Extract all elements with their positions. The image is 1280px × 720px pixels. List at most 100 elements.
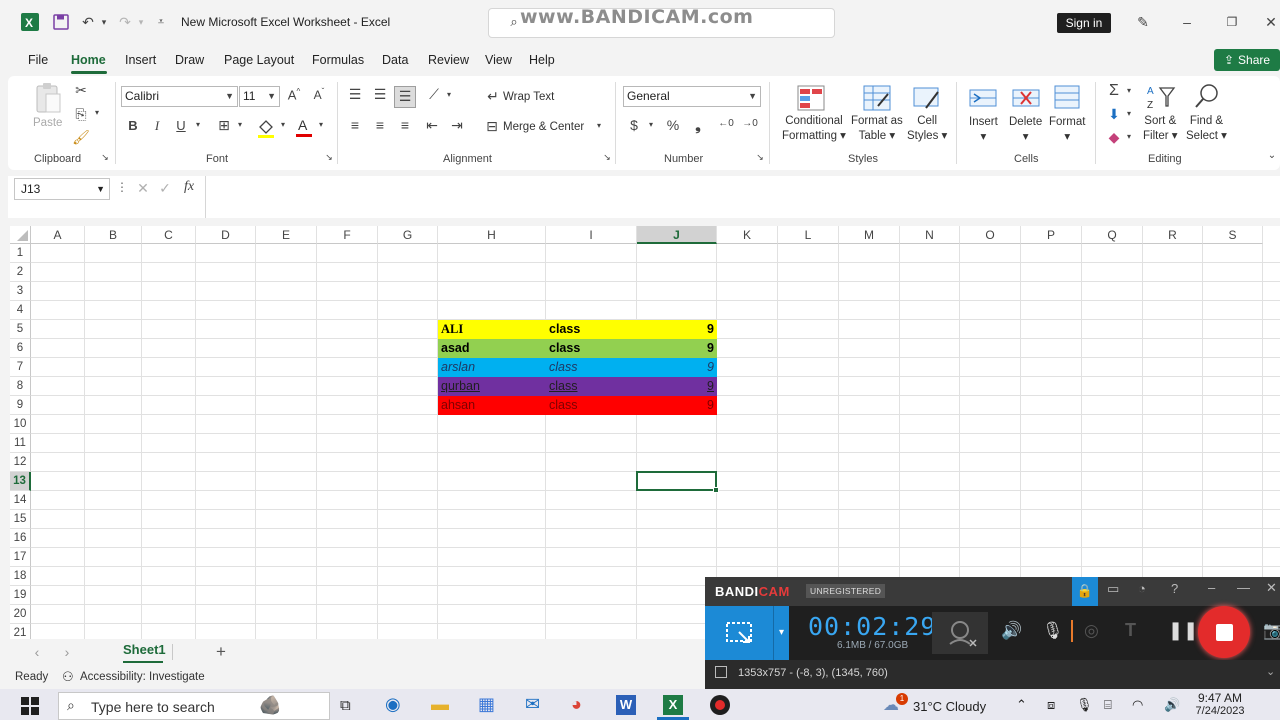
- confirm-entry-icon[interactable]: ✓: [157, 180, 173, 197]
- redo-dropdown-icon[interactable]: ▾: [135, 11, 147, 33]
- sort-filter-icon[interactable]: AZ: [1146, 82, 1178, 112]
- autosum-icon[interactable]: Σ: [1106, 82, 1122, 100]
- minimize-icon[interactable]: —: [1237, 580, 1250, 595]
- tab-help[interactable]: Help: [529, 53, 555, 67]
- close-icon[interactable]: ✕: [1266, 580, 1277, 596]
- cell-value[interactable]: 9: [637, 396, 717, 415]
- clipboard-launcher-icon[interactable]: ↘: [100, 152, 110, 163]
- tab-view[interactable]: View: [485, 53, 512, 67]
- delete-cells-button[interactable]: Delete ▾: [1009, 115, 1042, 145]
- row-header-1[interactable]: 1: [10, 244, 31, 263]
- cell-class[interactable]: class: [546, 377, 637, 396]
- column-header-p[interactable]: P: [1021, 226, 1082, 244]
- collapse-ribbon-icon[interactable]: ⌄: [1266, 150, 1278, 161]
- borders-dropdown-icon[interactable]: ▾: [235, 120, 245, 129]
- windows-start-icon[interactable]: [21, 697, 39, 715]
- format-cells-icon[interactable]: [1053, 82, 1081, 112]
- column-header-l[interactable]: L: [778, 226, 839, 244]
- increase-indent-icon[interactable]: ⇥: [448, 117, 466, 134]
- volume-icon[interactable]: 🔊: [1164, 697, 1180, 713]
- insert-cells-button[interactable]: Insert ▾: [969, 115, 998, 145]
- bottom-align-button[interactable]: ☰: [394, 86, 416, 108]
- row-header-17[interactable]: 17: [10, 548, 31, 567]
- network-icon[interactable]: ⌸: [1104, 697, 1112, 713]
- fill-dropdown-icon[interactable]: ▾: [1124, 109, 1134, 118]
- lock-icon[interactable]: 🔒: [1072, 577, 1098, 606]
- format-cells-button[interactable]: Format ▾: [1049, 115, 1085, 145]
- chrome-icon[interactable]: ◕: [571, 694, 582, 715]
- row-header-19[interactable]: 19: [10, 586, 31, 605]
- row-header-8[interactable]: 8: [10, 377, 31, 396]
- column-header-g[interactable]: G: [378, 226, 438, 244]
- number-launcher-icon[interactable]: ↘: [755, 152, 765, 163]
- copy-dropdown-icon[interactable]: ▾: [92, 108, 102, 117]
- column-header-k[interactable]: K: [717, 226, 778, 244]
- row-header-7[interactable]: 7: [10, 358, 31, 377]
- cancel-entry-icon[interactable]: ✕: [135, 180, 151, 197]
- currency-icon[interactable]: $: [627, 117, 641, 133]
- bandicam-taskbar-icon[interactable]: [710, 695, 730, 715]
- column-header-q[interactable]: Q: [1082, 226, 1143, 244]
- conditional-formatting-icon[interactable]: [796, 84, 826, 112]
- merge-dropdown-icon[interactable]: ▾: [594, 121, 604, 130]
- increase-decimal-icon[interactable]: ←0: [716, 118, 736, 129]
- font-size-combo[interactable]: 11 ▼: [239, 86, 280, 107]
- restore-icon[interactable]: ❐: [1223, 11, 1241, 33]
- cell-value[interactable]: 9: [637, 320, 717, 339]
- file-explorer-icon[interactable]: ▬: [431, 694, 449, 715]
- cell-name[interactable]: ALI: [438, 320, 546, 339]
- row-header-13[interactable]: 13: [10, 472, 31, 491]
- increase-font-icon[interactable]: A^: [285, 87, 303, 102]
- column-header-j[interactable]: J: [637, 226, 717, 244]
- row-header-10[interactable]: 10: [10, 415, 31, 434]
- fill-color-dropdown-icon[interactable]: ▾: [278, 120, 288, 129]
- mouse-click-icon[interactable]: ◎: [1084, 621, 1099, 641]
- autosum-dropdown-icon[interactable]: ▾: [1124, 86, 1134, 95]
- accessibility-status[interactable]: Accessibility: Investigate: [80, 671, 205, 683]
- cut-icon[interactable]: ✂: [72, 82, 90, 99]
- wrap-text-icon[interactable]: ↵: [485, 88, 501, 105]
- bold-button[interactable]: B: [125, 118, 141, 133]
- column-header-s[interactable]: S: [1203, 226, 1263, 244]
- minimize-icon[interactable]: –: [1178, 11, 1196, 33]
- mail-icon[interactable]: ✉: [525, 694, 540, 715]
- tab-page-layout[interactable]: Page Layout: [224, 53, 294, 67]
- format-painter-icon[interactable]: 🖌: [72, 129, 90, 146]
- italic-button[interactable]: I: [149, 118, 165, 134]
- formula-input[interactable]: [205, 176, 1280, 218]
- align-center-icon[interactable]: ≡: [371, 117, 389, 133]
- sort-filter-button[interactable]: Sort & Filter ▾: [1143, 114, 1178, 144]
- row-header-18[interactable]: 18: [10, 567, 31, 586]
- edge-icon[interactable]: ◉: [385, 694, 401, 715]
- decrease-font-icon[interactable]: Aˇ: [310, 87, 328, 102]
- font-name-combo[interactable]: Calibri ▼: [121, 86, 238, 107]
- middle-align-icon[interactable]: ☰: [371, 86, 389, 103]
- row-header-14[interactable]: 14: [10, 491, 31, 510]
- column-header-i[interactable]: I: [546, 226, 637, 244]
- minimize-to-tray-icon[interactable]: –: [1208, 580, 1215, 595]
- underline-button[interactable]: U: [173, 118, 189, 133]
- sign-in-button[interactable]: Sign in: [1057, 13, 1111, 33]
- cell-value[interactable]: 9: [637, 358, 717, 377]
- insert-cells-icon[interactable]: [968, 84, 998, 112]
- show-hidden-icons-icon[interactable]: ⌃: [1016, 697, 1027, 713]
- webcam-overlay-icon[interactable]: [932, 612, 988, 654]
- number-format-combo[interactable]: General ▼: [623, 86, 761, 107]
- screen-rectangle-mode-button[interactable]: [705, 606, 773, 660]
- row-header-5[interactable]: 5: [10, 320, 31, 339]
- font-launcher-icon[interactable]: ↘: [324, 152, 334, 163]
- cell-class[interactable]: class: [546, 396, 637, 415]
- orientation-dropdown-icon[interactable]: ▾: [444, 90, 454, 99]
- find-select-button[interactable]: Find & Select ▾: [1186, 114, 1227, 144]
- clear-dropdown-icon[interactable]: ▾: [1124, 132, 1134, 141]
- name-box[interactable]: J13 ▼: [14, 178, 110, 200]
- save-icon[interactable]: [50, 11, 72, 33]
- tab-home[interactable]: Home: [71, 53, 106, 67]
- scroll-tabs-left-icon[interactable]: ‹: [30, 644, 44, 660]
- column-header-c[interactable]: C: [142, 226, 196, 244]
- camera-icon[interactable]: 📷: [1263, 621, 1280, 641]
- word-icon[interactable]: W: [616, 695, 636, 715]
- column-header-n[interactable]: N: [900, 226, 960, 244]
- text-overlay-icon[interactable]: T: [1125, 620, 1136, 641]
- row-header-6[interactable]: 6: [10, 339, 31, 358]
